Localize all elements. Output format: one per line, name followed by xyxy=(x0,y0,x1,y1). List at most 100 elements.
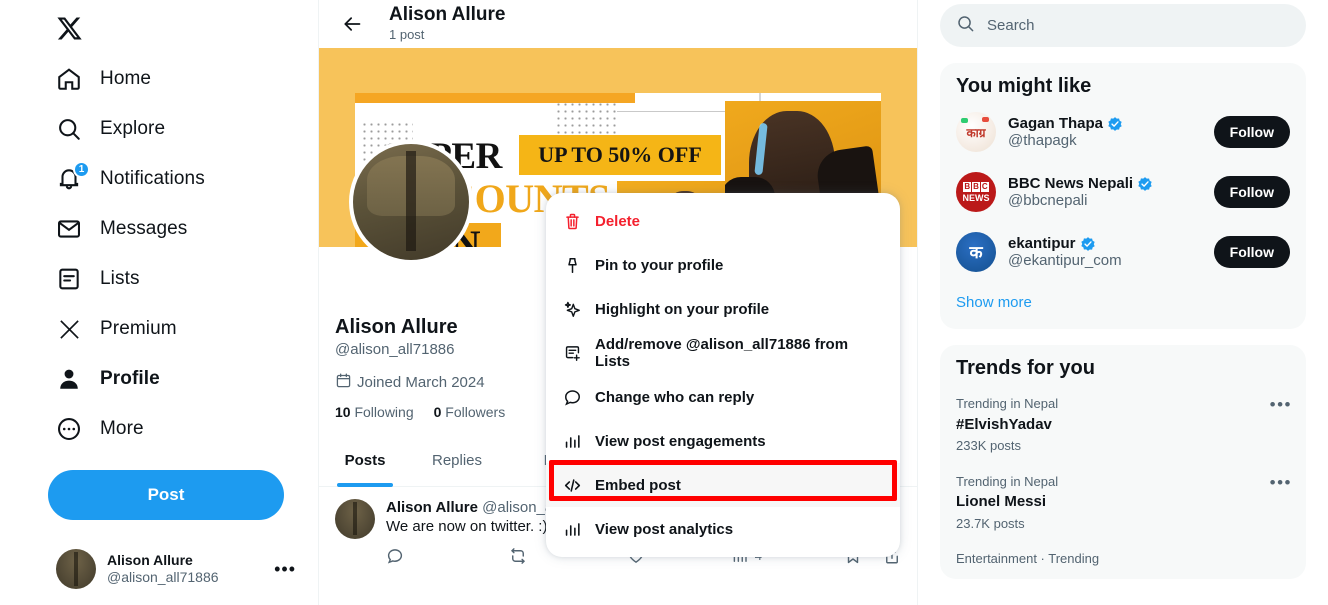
trend-name: Lionel Messi xyxy=(956,493,1047,510)
sidebar-item-premium[interactable]: Premium xyxy=(48,304,318,354)
back-arrow-icon[interactable] xyxy=(335,7,369,41)
sidebar-item-lists[interactable]: Lists xyxy=(48,254,318,304)
menu-item-pin[interactable]: Pin to your profile xyxy=(546,243,900,287)
list-icon xyxy=(56,266,82,292)
suggested-account[interactable]: क ekantipur @ekantipur_com Follow xyxy=(940,222,1306,282)
account-handle: @thapagk xyxy=(1008,132,1077,149)
x-logo-icon[interactable] xyxy=(48,4,100,52)
trend-item[interactable]: Entertainment · Trending xyxy=(940,539,1306,575)
menu-item-delete[interactable]: Delete xyxy=(546,199,900,243)
followers-count[interactable]: 0 Followers xyxy=(434,404,506,420)
banner-offer-band: UP TO 50% OFF xyxy=(519,135,721,175)
card-title: You might like xyxy=(956,75,1092,97)
menu-item-add-remove-lists[interactable]: Add/remove @alison_all71886 from Lists xyxy=(546,331,900,375)
trend-category: Trending in Nepal xyxy=(956,473,1059,489)
sidebar-label: More xyxy=(100,418,144,439)
account-switcher[interactable]: Alison Allure @alison_all71886 ••• xyxy=(48,539,304,599)
menu-label: Highlight on your profile xyxy=(595,300,770,318)
joined-date: Joined March 2024 xyxy=(357,373,485,391)
post-button[interactable]: Post xyxy=(48,470,284,520)
name-row: Gagan Thapa xyxy=(1008,115,1202,132)
trend-count: 233K posts xyxy=(956,438,1022,453)
account-name: ekantipur xyxy=(1008,235,1076,252)
account-text: Gagan Thapa @thapagk xyxy=(1008,115,1202,149)
trend-more-icon[interactable]: ••• xyxy=(1270,474,1292,491)
trend-category: Entertainment · Trending xyxy=(956,551,1100,566)
sidebar-label: Notifications xyxy=(100,168,205,189)
sidebar-item-more[interactable]: More xyxy=(48,404,318,454)
trend-count: 23.7K posts xyxy=(956,515,1025,531)
repost-button[interactable] xyxy=(509,547,527,565)
you-might-like-card: You might like काग्र Gagan Thapa @thapag… xyxy=(940,63,1306,329)
gagan-avatar: काग्र xyxy=(956,112,996,152)
menu-item-highlight[interactable]: Highlight on your profile xyxy=(546,287,900,331)
tab-posts[interactable]: Posts xyxy=(319,434,411,487)
avatar[interactable] xyxy=(335,498,375,539)
followers-number: 0 xyxy=(433,403,442,420)
trend-category: Trending in Nepal xyxy=(956,396,1059,411)
banner-line xyxy=(617,111,735,112)
post-author-handle: @alison_a xyxy=(482,498,554,516)
follow-button[interactable]: Follow xyxy=(1213,116,1290,148)
bell-icon: 1 xyxy=(56,161,90,192)
post-options-menu: Delete Pin to your profile Highlight on … xyxy=(546,193,900,557)
following-label: Following xyxy=(354,403,414,420)
verified-badge-icon xyxy=(1107,116,1123,132)
sidebar-label: Profile xyxy=(100,368,160,389)
sidebar-item-home[interactable]: Home xyxy=(48,54,318,104)
calendar-icon xyxy=(335,372,352,393)
code-icon xyxy=(562,475,582,495)
menu-item-view-engagements[interactable]: View post engagements xyxy=(546,419,900,463)
trends-card: Trends for you Trending in Nepal #Elvish… xyxy=(940,345,1306,579)
x-icon xyxy=(56,316,82,342)
reply-button[interactable] xyxy=(386,547,404,565)
follow-button[interactable]: Follow xyxy=(1213,176,1290,208)
sidebar-item-notifications[interactable]: 1 Notifications xyxy=(48,154,318,204)
account-name: Alison Allure xyxy=(107,551,193,568)
avatar xyxy=(56,549,96,589)
envelope-icon xyxy=(56,216,82,242)
banner-decor-bar2 xyxy=(751,93,881,101)
sidebar-item-profile[interactable]: Profile xyxy=(48,354,318,404)
trend-more-icon[interactable]: ••• xyxy=(1270,396,1292,413)
sidebar-label: Messages xyxy=(100,218,188,239)
show-more-link[interactable]: Show more xyxy=(940,282,1306,325)
account-handle: @alison_all71886 xyxy=(107,569,219,585)
menu-label: Embed post xyxy=(595,476,681,494)
account-name: Gagan Thapa xyxy=(1008,115,1104,132)
suggested-account[interactable]: B B C NEWS BBC News Nepali @bbcnepali Follo… xyxy=(940,162,1306,222)
menu-item-view-analytics[interactable]: View post analytics xyxy=(546,507,900,551)
account-text: BBC News Nepali @bbcnepali xyxy=(1008,175,1202,209)
menu-label: View post engagements xyxy=(595,432,766,450)
trend-item[interactable]: Trending in Nepal Lionel Messi 23.7K pos… xyxy=(940,462,1306,540)
search-bar[interactable] xyxy=(940,4,1306,47)
followers-label: Followers xyxy=(445,403,506,420)
person-icon xyxy=(56,366,82,392)
sidebar-item-messages[interactable]: Messages xyxy=(48,204,318,254)
follow-button[interactable]: Follow xyxy=(1213,236,1290,268)
bar-chart-icon xyxy=(562,431,582,451)
menu-label: Delete xyxy=(595,212,641,230)
trend-item[interactable]: Trending in Nepal #ElvishYadav 233K post… xyxy=(940,384,1306,462)
card-title: Trends for you xyxy=(956,357,1095,379)
account-handle: @ekantipur_com xyxy=(1008,252,1122,269)
banner-offer-text: UP TO 50% OFF xyxy=(538,142,702,167)
menu-item-change-reply[interactable]: Change who can reply xyxy=(546,375,900,419)
search-icon xyxy=(56,116,82,142)
sidebar-label: Home xyxy=(100,68,152,89)
tab-replies[interactable]: Replies xyxy=(411,434,503,487)
menu-item-embed-post[interactable]: Embed post xyxy=(546,463,900,507)
profile-avatar[interactable] xyxy=(353,144,469,260)
sidebar-item-explore[interactable]: Explore xyxy=(48,104,318,154)
pin-icon xyxy=(562,255,582,275)
header-text: Alison Allure 1 post xyxy=(389,4,505,44)
menu-label: Pin to your profile xyxy=(595,256,724,274)
menu-label: View post analytics xyxy=(595,520,734,538)
following-count[interactable]: 10 Following xyxy=(335,404,414,420)
suggested-account[interactable]: काग्र Gagan Thapa @thapagk Follow xyxy=(940,102,1306,162)
search-input[interactable] xyxy=(987,17,1290,34)
twitter-profile-page: Home Explore 1 Notifications Messages Li… xyxy=(0,0,1328,605)
page-header: Alison Allure 1 post xyxy=(319,0,917,48)
sidebar-label: Explore xyxy=(100,118,166,139)
post-author-name: Alison Allure xyxy=(386,498,478,516)
